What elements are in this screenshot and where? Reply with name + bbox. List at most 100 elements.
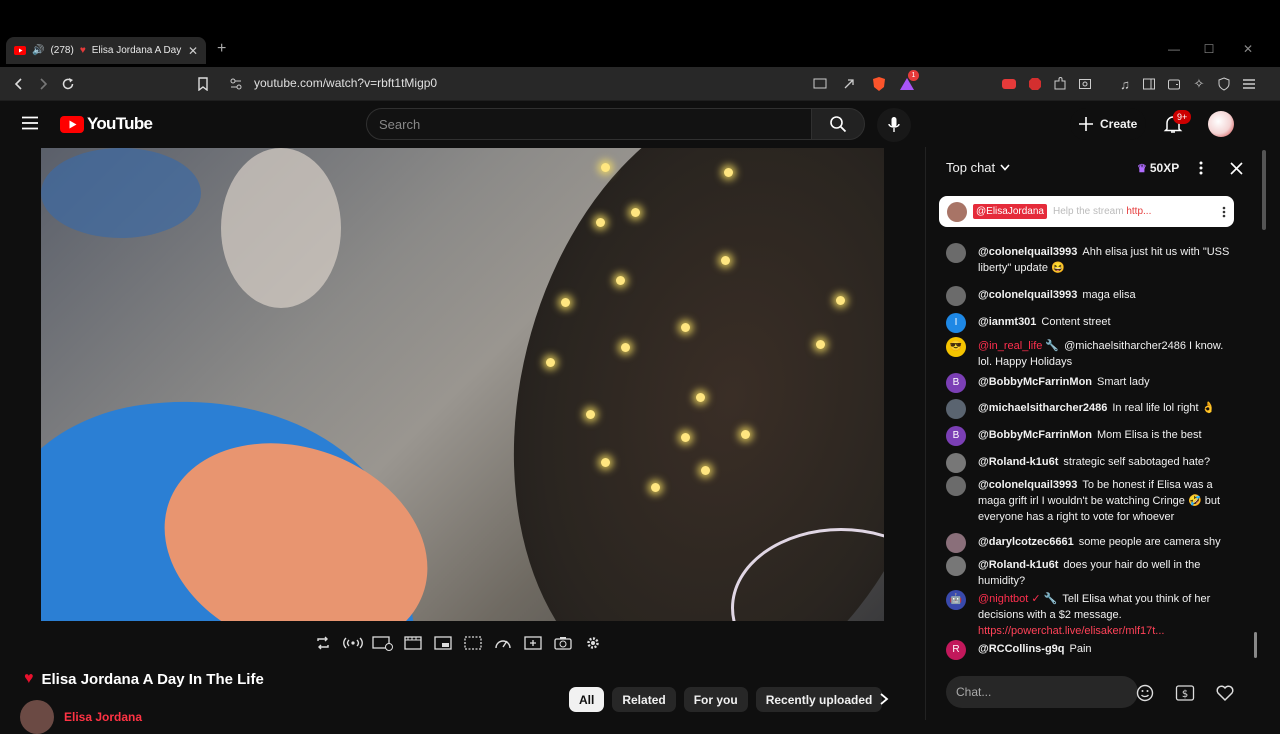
chip-for-you[interactable]: For you [683,687,748,712]
extension-youtube-icon[interactable] [1000,75,1018,93]
chat-author[interactable]: @BobbyMcFarrinMon [978,376,1092,388]
chat-scrollbar[interactable] [1254,632,1257,658]
chat-mode-dropdown[interactable]: Top chat [946,160,1010,175]
chip-all[interactable]: All [569,687,605,712]
chat-message[interactable]: @colonelquail3993 To be honest if Elisa w… [946,476,1236,525]
browser-tab[interactable]: 🔊 (278) ♥ Elisa Jordana A Day In The Lif… [6,37,206,64]
cast-icon[interactable] [811,75,829,93]
chat-author[interactable]: @darylcotzec6661 [978,536,1074,548]
address-bar[interactable]: youtube.com/watch?v=rbft1tMigp0 [254,76,437,90]
add-frame-icon[interactable] [522,632,544,654]
chat-author[interactable]: @Roland-k1u6t [978,456,1058,468]
mini-player-icon[interactable] [462,632,484,654]
chat-message[interactable]: @colonelquail3993 maga elisa [946,286,1236,306]
chat-link[interactable]: https://powerchat.live/elisaker/mlf17t..… [978,625,1164,637]
chat-message[interactable]: @michaelsitharcher2486 In real life lol r… [946,399,1236,419]
chat-close-icon[interactable] [1230,162,1243,175]
chat-author[interactable]: @ianmt301 [978,316,1036,328]
chat-message[interactable]: 😎 @in_real_life 🔧 @michaelsitharcher2486 I… [946,337,1236,370]
chat-author[interactable]: @BobbyMcFarrinMon [978,429,1092,441]
menu-icon[interactable] [1240,75,1258,93]
chat-avatar[interactable]: B [946,426,966,446]
youtube-logo[interactable]: YouTube [60,114,153,134]
chat-avatar[interactable] [946,476,966,496]
chip-related[interactable]: Related [612,687,676,712]
chat-message[interactable]: @Roland-k1u6t does your hair do well in t… [946,556,1236,589]
channel-name[interactable]: Elisa Jordana [64,710,142,724]
loop-icon[interactable] [312,632,334,654]
theater-view-icon[interactable] [372,632,394,654]
notifications-button[interactable]: 9+ [1163,110,1192,134]
page-scrollbar[interactable] [1262,150,1266,230]
maximize-icon[interactable]: ☐ [1202,42,1216,56]
chat-author[interactable]: @nightbot ✓ 🔧 [978,593,1057,605]
brave-shield-icon[interactable] [870,75,888,93]
share-icon[interactable] [840,75,858,93]
video-player[interactable] [41,148,884,621]
speed-icon[interactable] [492,632,514,654]
chat-message[interactable]: 🤖 @nightbot ✓ 🔧 Tell Elisa what you think … [946,590,1236,639]
adblock-plus-icon[interactable] [1026,75,1044,93]
chat-author[interactable]: @colonelquail3993 [978,289,1077,301]
tab-search-icon[interactable] [1076,75,1094,93]
chat-author[interactable]: @colonelquail3993 [978,479,1077,491]
reload-icon[interactable] [59,75,77,93]
chat-avatar[interactable]: 🤖 [946,590,966,610]
chat-avatar[interactable]: R [946,640,966,660]
chat-avatar[interactable] [946,243,966,263]
wallet-icon[interactable] [1165,75,1183,93]
chat-avatar[interactable] [946,533,966,553]
super-chat-icon[interactable]: $ [1175,684,1195,702]
music-note-icon[interactable]: ♫ [1116,75,1134,93]
film-icon[interactable] [402,632,424,654]
chat-author[interactable]: @colonelquail3993 [978,246,1077,258]
chips-next-chevron-icon[interactable] [878,692,890,706]
chip-recently-uploaded[interactable]: Recently uploaded [755,687,883,712]
screenshot-camera-icon[interactable] [552,632,574,654]
chat-message[interactable]: I @ianmt301 Content street [946,313,1236,333]
search-input[interactable]: Search [366,108,812,140]
chat-avatar[interactable] [946,453,966,473]
pinned-message[interactable]: @ElisaJordana Help the stream http... [939,196,1234,227]
chat-author[interactable]: @RCCollins-g9q [978,643,1065,655]
chat-author[interactable]: @Roland-k1u6t [978,559,1058,571]
search-button[interactable] [811,108,865,140]
chat-message[interactable]: @colonelquail3993 Ahh elisa just hit us w… [946,243,1236,276]
heart-react-icon[interactable] [1215,684,1235,702]
chat-avatar[interactable]: B [946,373,966,393]
hamburger-menu-icon[interactable] [21,116,39,130]
picture-in-picture-icon[interactable] [432,632,454,654]
audio-mode-icon[interactable] [342,632,364,654]
speaker-icon[interactable]: 🔊 [32,45,44,56]
chat-message[interactable]: R @RCCollins-g9q Pain [946,640,1236,660]
settings-gear-icon[interactable] [582,632,604,654]
chat-message[interactable]: B @BobbyMcFarrinMon Smart lady [946,373,1236,393]
extensions-puzzle-icon[interactable] [1051,75,1069,93]
chat-message[interactable]: @darylcotzec6661 some people are camera s… [946,533,1236,553]
chat-avatar[interactable] [946,556,966,576]
xp-badge[interactable]: ♛ 50XP [1137,161,1179,175]
create-button[interactable]: Create [1070,108,1146,140]
chat-avatar[interactable]: I [946,313,966,333]
account-avatar[interactable] [1208,111,1234,137]
minimize-icon[interactable]: — [1167,42,1181,56]
chat-message[interactable]: @Roland-k1u6t strategic self sabotaged ha… [946,453,1236,473]
close-window-icon[interactable]: ✕ [1241,42,1255,56]
vpn-icon[interactable] [1215,75,1233,93]
chat-input[interactable]: Chat... [946,676,1138,708]
chat-avatar[interactable] [946,286,966,306]
channel-avatar[interactable] [20,700,54,734]
chat-more-options-icon[interactable] [1199,161,1203,175]
leo-ai-icon[interactable]: ✧ [1190,75,1208,93]
chat-author[interactable]: @michaelsitharcher2486 [978,402,1107,414]
bookmark-icon[interactable] [194,75,212,93]
pinned-more-icon[interactable] [1222,206,1226,218]
forward-icon[interactable] [34,75,52,93]
voice-search-button[interactable] [877,108,911,142]
sidebar-icon[interactable] [1140,75,1158,93]
chat-message[interactable]: B @BobbyMcFarrinMon Mom Elisa is the best [946,426,1236,446]
back-icon[interactable] [10,75,28,93]
chat-author[interactable]: @in_real_life 🔧 [978,340,1059,352]
new-tab-button[interactable]: + [217,40,233,60]
chat-avatar[interactable]: 😎 [946,337,966,357]
